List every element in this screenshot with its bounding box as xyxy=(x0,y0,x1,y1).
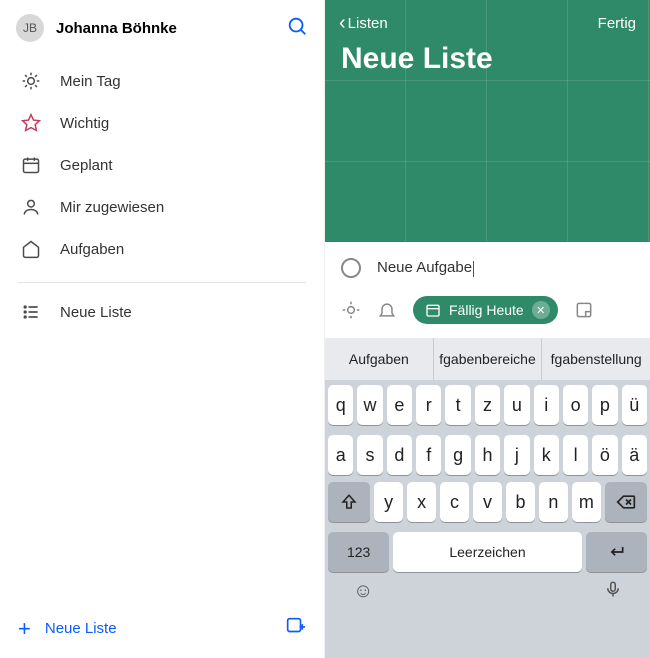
nav-planned[interactable]: Geplant xyxy=(0,144,324,186)
key-y[interactable]: y xyxy=(374,482,403,522)
nav-label: Mein Tag xyxy=(60,73,121,90)
key-s[interactable]: s xyxy=(357,435,382,475)
task-input[interactable]: Neue Aufgabe xyxy=(377,259,474,276)
nav-assigned[interactable]: Mir zugewiesen xyxy=(0,186,324,228)
space-key[interactable]: Leerzeichen xyxy=(393,532,581,572)
key-c[interactable]: c xyxy=(440,482,469,522)
backspace-key[interactable] xyxy=(605,482,647,522)
custom-list-item[interactable]: Neue Liste xyxy=(0,291,324,333)
key-j[interactable]: j xyxy=(504,435,529,475)
key-d[interactable]: d xyxy=(387,435,412,475)
nav-label: Geplant xyxy=(60,157,113,174)
nav-important[interactable]: Wichtig xyxy=(0,102,324,144)
key-k[interactable]: k xyxy=(534,435,559,475)
emoji-key[interactable]: ☺ xyxy=(353,580,373,604)
task-checkbox[interactable] xyxy=(341,258,361,278)
key-ö[interactable]: ö xyxy=(592,435,617,475)
avatar[interactable]: JB xyxy=(16,14,44,42)
keyboard-bottom: ☺ xyxy=(325,580,650,612)
key-e[interactable]: e xyxy=(387,385,412,425)
key-row: qwertzuiopü xyxy=(325,380,650,430)
key-z[interactable]: z xyxy=(475,385,500,425)
list-icon xyxy=(20,302,42,322)
key-i[interactable]: i xyxy=(534,385,559,425)
key-t[interactable]: t xyxy=(445,385,470,425)
search-icon[interactable] xyxy=(286,15,308,42)
key-x[interactable]: x xyxy=(407,482,436,522)
key-row: 123 Leerzeichen xyxy=(325,527,650,580)
suggestion[interactable]: Aufgaben xyxy=(325,338,434,380)
return-key[interactable] xyxy=(586,532,647,572)
nav-tasks[interactable]: Aufgaben xyxy=(0,228,324,270)
key-a[interactable]: a xyxy=(328,435,353,475)
nav-label: Wichtig xyxy=(60,115,109,132)
reminder-icon[interactable] xyxy=(377,300,397,320)
key-g[interactable]: g xyxy=(445,435,470,475)
suggestion[interactable]: fgabenstellung xyxy=(542,338,650,380)
nav-label: Aufgaben xyxy=(60,241,124,258)
myday-icon[interactable] xyxy=(341,300,361,320)
key-h[interactable]: h xyxy=(475,435,500,475)
nav-list: Mein Tag Wichtig Geplant Mir zugewiesen … xyxy=(0,56,324,274)
key-w[interactable]: w xyxy=(357,385,382,425)
suggestion[interactable]: fgabenbereiche xyxy=(434,338,543,380)
due-date-pill[interactable]: Fällig Heute ✕ xyxy=(413,296,558,324)
shift-key[interactable] xyxy=(328,482,370,522)
key-u[interactable]: u xyxy=(504,385,529,425)
key-m[interactable]: m xyxy=(572,482,601,522)
suggestions-bar: Aufgaben fgabenbereiche fgabenstellung xyxy=(325,338,650,380)
numeric-key[interactable]: 123 xyxy=(328,532,389,572)
task-toolbar: Fällig Heute ✕ xyxy=(325,288,650,338)
clear-due-icon[interactable]: ✕ xyxy=(532,301,550,319)
star-icon xyxy=(20,113,42,133)
calendar-icon xyxy=(20,155,42,175)
sidebar-header: JB Johanna Böhnke xyxy=(0,0,324,56)
divider xyxy=(18,282,306,283)
detail-panel: ‹ Listen Fertig Neue Liste Neue Aufgabe … xyxy=(325,0,650,658)
key-b[interactable]: b xyxy=(506,482,535,522)
new-list-button[interactable]: Neue Liste xyxy=(45,620,284,637)
key-o[interactable]: o xyxy=(563,385,588,425)
keyboard: Aufgaben fgabenbereiche fgabenstellung q… xyxy=(325,338,650,658)
key-q[interactable]: q xyxy=(328,385,353,425)
key-l[interactable]: l xyxy=(563,435,588,475)
person-icon xyxy=(20,197,42,217)
bottom-bar: + Neue Liste xyxy=(0,599,324,658)
calendar-icon xyxy=(425,302,441,318)
key-row: asdfghjklöä xyxy=(325,430,650,480)
done-button[interactable]: Fertig xyxy=(598,15,636,32)
list-title[interactable]: Neue Liste xyxy=(339,42,636,76)
note-icon[interactable] xyxy=(574,300,594,320)
back-button[interactable]: ‹ Listen xyxy=(339,12,598,35)
chevron-left-icon: ‹ xyxy=(339,12,346,35)
dictation-key[interactable] xyxy=(604,580,622,604)
key-r[interactable]: r xyxy=(416,385,441,425)
due-label: Fällig Heute xyxy=(449,302,524,318)
sidebar: JB Johanna Böhnke Mein Tag Wichtig Gepla… xyxy=(0,0,325,658)
key-p[interactable]: p xyxy=(592,385,617,425)
list-header: ‹ Listen Fertig Neue Liste xyxy=(325,0,650,242)
back-label: Listen xyxy=(348,15,388,32)
key-ä[interactable]: ä xyxy=(622,435,647,475)
home-icon xyxy=(20,239,42,259)
key-n[interactable]: n xyxy=(539,482,568,522)
key-ü[interactable]: ü xyxy=(622,385,647,425)
nav-my-day[interactable]: Mein Tag xyxy=(0,60,324,102)
sun-icon xyxy=(20,71,42,91)
plus-icon[interactable]: + xyxy=(18,616,31,642)
key-f[interactable]: f xyxy=(416,435,441,475)
key-v[interactable]: v xyxy=(473,482,502,522)
new-task-row[interactable]: Neue Aufgabe xyxy=(325,242,650,288)
user-name[interactable]: Johanna Böhnke xyxy=(56,20,286,37)
nav-label: Mir zugewiesen xyxy=(60,199,164,216)
key-row: yxcvbnm xyxy=(325,480,650,527)
add-list-icon[interactable] xyxy=(284,615,306,642)
custom-list-label: Neue Liste xyxy=(60,304,132,321)
